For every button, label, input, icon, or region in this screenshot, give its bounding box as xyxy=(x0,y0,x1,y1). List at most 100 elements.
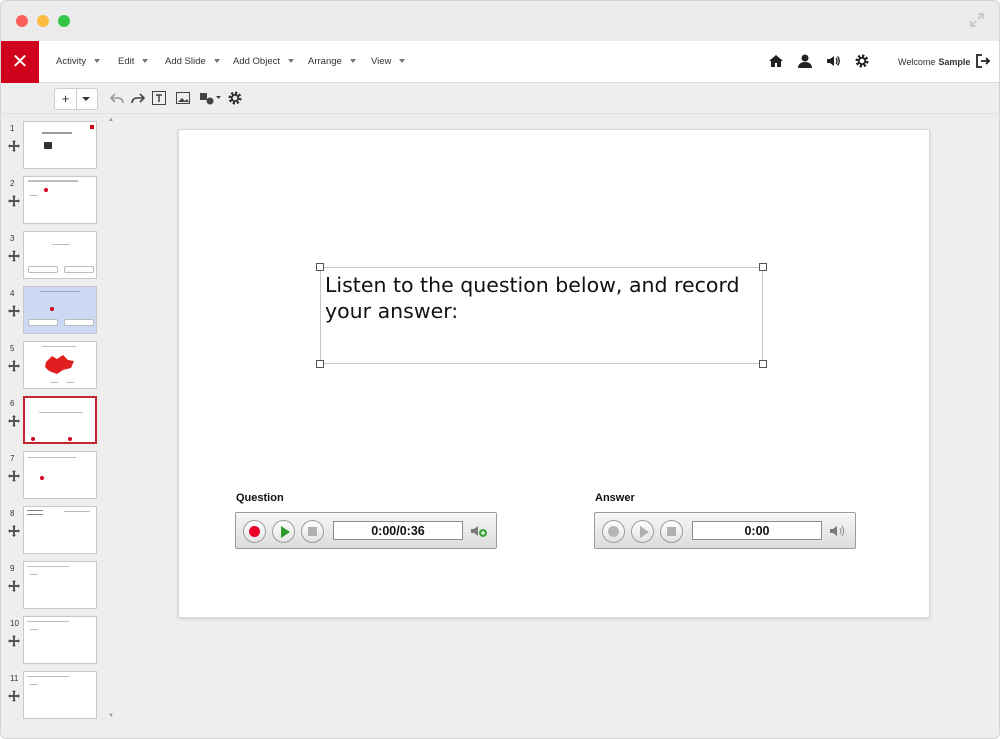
logout-icon[interactable] xyxy=(975,53,993,71)
slide-list-item[interactable]: 10 xyxy=(1,616,111,668)
play-button[interactable] xyxy=(631,520,654,543)
redo-icon[interactable] xyxy=(130,90,146,106)
question-label: Question xyxy=(236,492,284,504)
slide-list: 1 2 3 4 5 6 7 8 9 10 11 xyxy=(1,115,115,738)
slide-thumbnail[interactable] xyxy=(23,671,97,719)
gear-icon[interactable] xyxy=(854,53,872,71)
window-zoom-dot[interactable] xyxy=(58,15,70,27)
resize-handle-top-left[interactable] xyxy=(316,263,324,271)
welcome-user: Sample xyxy=(938,57,971,67)
slide-number: 2 xyxy=(10,179,15,188)
text-box[interactable]: Listen to the question below, and record… xyxy=(316,263,767,368)
move-icon[interactable] xyxy=(8,634,20,647)
image-icon[interactable] xyxy=(175,90,191,106)
slide-number: 11 xyxy=(10,674,19,683)
record-button[interactable] xyxy=(243,520,266,543)
move-icon[interactable] xyxy=(8,249,20,262)
record-button[interactable] xyxy=(602,520,625,543)
text-box-icon[interactable] xyxy=(151,90,167,106)
menu-view[interactable]: View xyxy=(371,41,406,83)
slide-list-item[interactable]: 6 xyxy=(1,396,111,448)
move-icon[interactable] xyxy=(8,524,20,537)
close-editor-button[interactable]: ✕ xyxy=(1,41,39,83)
menu-arrange[interactable]: Arrange xyxy=(308,41,356,83)
slide-list-item[interactable]: 5 xyxy=(1,341,111,393)
text-box-content[interactable]: Listen to the question below, and record… xyxy=(325,272,745,324)
window-minimize-dot[interactable] xyxy=(37,15,49,27)
play-icon xyxy=(640,526,649,538)
undo-icon[interactable] xyxy=(109,90,125,106)
resize-handle-bottom-left[interactable] xyxy=(316,360,324,368)
stop-icon xyxy=(667,527,676,536)
answer-time-display: 0:00 xyxy=(692,521,822,540)
slide-list-item[interactable]: 8 xyxy=(1,506,111,558)
slide-thumbnail[interactable] xyxy=(23,231,97,279)
slide-number: 10 xyxy=(10,619,19,628)
record-icon xyxy=(249,526,260,537)
menu-add-slide[interactable]: Add Slide xyxy=(165,41,220,83)
slide-thumbnail[interactable] xyxy=(23,176,97,224)
slide-number: 9 xyxy=(10,564,15,573)
slide-list-item[interactable]: 1 xyxy=(1,121,111,173)
play-button[interactable] xyxy=(272,520,295,543)
slide-thumbnail[interactable] xyxy=(23,121,97,169)
slide-thumbnail[interactable] xyxy=(23,286,97,334)
menu-edit[interactable]: Edit xyxy=(118,41,149,83)
slide-list-item[interactable]: 9 xyxy=(1,561,111,613)
settings-icon[interactable] xyxy=(227,90,243,106)
volume-icon[interactable] xyxy=(828,523,848,539)
move-icon[interactable] xyxy=(8,689,20,702)
volume-icon[interactable] xyxy=(469,523,489,539)
play-icon xyxy=(281,526,290,538)
menu-arrange-label: Arrange xyxy=(308,56,342,67)
slide-thumbnail-selected[interactable] xyxy=(23,396,97,444)
app-window: ✕ Activity Edit Add Slide Add Object Arr… xyxy=(0,0,1000,739)
slide-list-item[interactable]: 2 xyxy=(1,176,111,228)
move-icon[interactable] xyxy=(8,139,20,152)
menu-add-object[interactable]: Add Object xyxy=(233,41,294,83)
title-bar xyxy=(1,1,999,41)
menu-activity-label: Activity xyxy=(56,56,87,67)
slide-thumbnail[interactable] xyxy=(23,616,97,664)
stop-button[interactable] xyxy=(301,520,324,543)
move-icon[interactable] xyxy=(8,359,20,372)
scroll-up-icon[interactable]: ▲ xyxy=(108,117,114,123)
move-icon[interactable] xyxy=(8,194,20,207)
menu-add-object-label: Add Object xyxy=(233,56,280,67)
stop-button[interactable] xyxy=(660,520,683,543)
resize-handle-top-right[interactable] xyxy=(759,263,767,271)
add-split-button[interactable]: + xyxy=(54,88,98,110)
slide-number: 8 xyxy=(10,509,15,518)
scroll-down-icon[interactable]: ▼ xyxy=(108,713,114,719)
welcome-prefix: Welcome xyxy=(898,57,936,67)
slide-thumbnail[interactable] xyxy=(23,451,97,499)
home-icon[interactable] xyxy=(768,53,786,71)
menu-activity[interactable]: Activity xyxy=(56,41,101,83)
move-icon[interactable] xyxy=(8,304,20,317)
window-close-dot[interactable] xyxy=(16,15,28,27)
add-button[interactable]: + xyxy=(55,89,77,109)
slide-thumbnail[interactable] xyxy=(23,561,97,609)
move-icon[interactable] xyxy=(8,414,20,427)
speaker-icon[interactable] xyxy=(825,53,843,71)
move-icon[interactable] xyxy=(8,469,20,482)
slide-number: 4 xyxy=(10,289,15,298)
chevron-down-icon xyxy=(349,59,356,64)
chevron-down-icon xyxy=(288,59,294,64)
slide-list-item[interactable]: 3 xyxy=(1,231,111,283)
slide-list-item[interactable]: 11 xyxy=(1,671,111,723)
chevron-down-icon[interactable] xyxy=(82,97,90,101)
slide-list-item[interactable]: 7 xyxy=(1,451,111,503)
slide-list-item[interactable]: 4 xyxy=(1,286,111,338)
fullscreen-icon[interactable] xyxy=(969,12,985,28)
resize-handle-bottom-right[interactable] xyxy=(759,360,767,368)
welcome-text: Welcome Sample xyxy=(898,41,970,83)
slide-thumbnail[interactable] xyxy=(23,341,97,389)
slide-thumbnail[interactable] xyxy=(23,506,97,554)
menu-edit-label: Edit xyxy=(118,56,135,67)
shapes-icon[interactable] xyxy=(199,90,223,106)
user-icon[interactable] xyxy=(797,53,815,71)
move-icon[interactable] xyxy=(8,579,20,592)
menu-view-label: View xyxy=(371,56,392,67)
menu-bar: ✕ Activity Edit Add Slide Add Object Arr… xyxy=(1,41,999,83)
